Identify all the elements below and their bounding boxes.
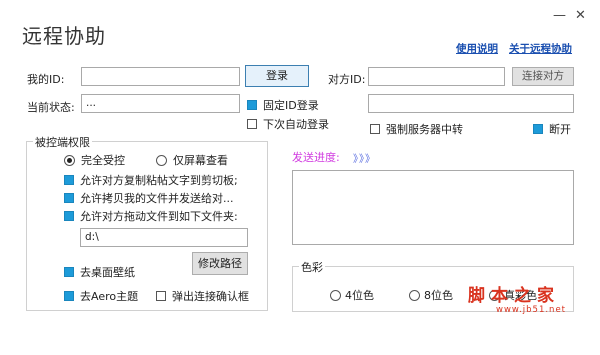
full-control-radio[interactable]: 完全受控 — [64, 152, 125, 168]
window-title: 远程协助 — [22, 24, 106, 48]
force-relay-label: 强制服务器中转 — [386, 123, 463, 136]
checkbox-checked-icon — [64, 291, 74, 301]
my-id-field[interactable] — [81, 67, 240, 86]
checkbox-unchecked-icon — [156, 291, 166, 301]
send-progress-label: 发送进度: — [292, 151, 340, 164]
transfer-log-area[interactable] — [292, 170, 574, 245]
peer-id-label: 对方ID: — [328, 73, 366, 86]
checkbox-checked-icon — [247, 100, 257, 110]
usage-link[interactable]: 使用说明 — [456, 41, 498, 56]
minimize-button[interactable]: — — [553, 8, 566, 23]
peer-extra-field[interactable] — [368, 94, 574, 113]
allow-clipboard-checkbox[interactable]: 允许对方复制粘帖文字到剪切板; — [64, 172, 238, 188]
color-4bit-label: 4位色 — [345, 289, 374, 302]
radio-unselected-icon — [330, 289, 341, 301]
color-4bit-radio[interactable]: 4位色 — [330, 287, 374, 303]
remove-wallpaper-checkbox[interactable]: 去桌面壁纸 — [64, 264, 135, 280]
remote-assist-window: 远程协助 — ✕ 使用说明 关于远程协助 我的ID: 登录 对方ID: 连接对方… — [0, 0, 600, 355]
checkbox-checked-icon — [64, 211, 74, 221]
checkbox-checked-icon — [64, 267, 74, 277]
peer-id-field[interactable] — [368, 67, 505, 86]
radio-selected-icon — [64, 154, 75, 166]
color-8bit-radio[interactable]: 8位色 — [409, 287, 453, 303]
color-legend: 色彩 — [299, 259, 325, 275]
auto-login-checkbox[interactable]: 下次自动登录 — [247, 116, 329, 132]
permissions-group — [26, 141, 268, 311]
fixed-id-login-label: 固定ID登录 — [263, 99, 319, 112]
status-field: ... — [81, 94, 240, 113]
progress-arrows-icon: 》》》 — [353, 154, 376, 165]
connect-button[interactable]: 连接对方 — [512, 67, 574, 86]
force-relay-checkbox[interactable]: 强制服务器中转 — [370, 121, 463, 137]
confirm-popup-label: 弹出连接确认框 — [172, 290, 249, 303]
login-button[interactable]: 登录 — [245, 65, 309, 87]
status-label: 当前状态: — [27, 101, 75, 114]
allow-copy-files-checkbox[interactable]: 允许拷贝我的文件并发送给对... — [64, 190, 234, 206]
allow-copy-files-label: 允许拷贝我的文件并发送给对... — [80, 192, 234, 205]
allow-drag-files-label: 允许对方拖动文件到如下文件夹: — [80, 210, 238, 223]
permissions-legend: 被控端权限 — [33, 134, 92, 150]
remove-wallpaper-label: 去桌面壁纸 — [80, 266, 135, 279]
checkbox-unchecked-icon — [247, 119, 257, 129]
color-8bit-label: 8位色 — [424, 289, 453, 302]
checkbox-unchecked-icon — [370, 124, 380, 134]
checkbox-checked-icon — [64, 175, 74, 185]
change-path-button[interactable]: 修改路径 — [192, 252, 248, 275]
my-id-label: 我的ID: — [27, 73, 65, 86]
remove-aero-label: 去Aero主题 — [80, 290, 139, 303]
allow-drag-files-checkbox[interactable]: 允许对方拖动文件到如下文件夹: — [64, 208, 238, 224]
auto-login-label: 下次自动登录 — [263, 118, 329, 131]
remove-aero-checkbox[interactable]: 去Aero主题 — [64, 288, 138, 304]
watermark-text: 脚本之家 — [468, 286, 560, 306]
checkbox-checked-icon — [533, 124, 543, 134]
full-control-label: 完全受控 — [81, 154, 125, 167]
disconnect-checkbox[interactable]: 断开 — [533, 121, 571, 137]
view-only-label: 仅屏幕查看 — [173, 154, 228, 167]
fixed-id-login-checkbox[interactable]: 固定ID登录 — [247, 97, 319, 113]
allow-clipboard-label: 允许对方复制粘帖文字到剪切板; — [80, 174, 238, 187]
disconnect-label: 断开 — [549, 123, 571, 136]
view-only-radio[interactable]: 仅屏幕查看 — [156, 152, 228, 168]
radio-unselected-icon — [409, 289, 420, 301]
confirm-popup-checkbox[interactable]: 弹出连接确认框 — [156, 288, 249, 304]
folder-path-field[interactable]: d:\ — [80, 228, 248, 247]
radio-unselected-icon — [156, 154, 167, 166]
about-link[interactable]: 关于远程协助 — [509, 41, 572, 56]
checkbox-checked-icon — [64, 193, 74, 203]
close-button[interactable]: ✕ — [575, 8, 586, 23]
watermark-url: www.jb51.net — [496, 305, 567, 315]
